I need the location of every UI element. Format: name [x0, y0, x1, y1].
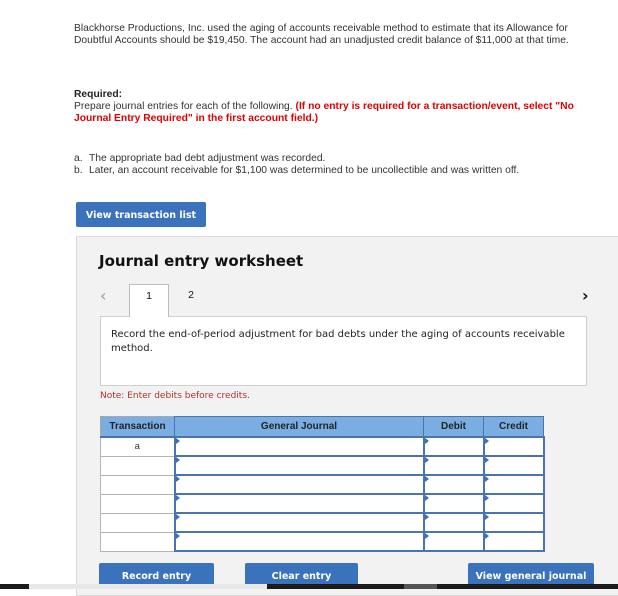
tab-1[interactable]: 1 [129, 284, 169, 317]
table-row [100, 531, 545, 552]
required-label: Required: [74, 89, 123, 100]
entry-description: Record the end-of-period adjustment for … [100, 316, 587, 386]
transaction-cell [100, 474, 175, 495]
item-text: The appropriate bad debt adjustment was … [89, 153, 326, 164]
required-section: Required: Prepare journal entries for ea… [74, 89, 584, 125]
credit-input[interactable] [482, 436, 545, 457]
view-transaction-list-button[interactable]: View transaction list [76, 202, 206, 227]
item-marker: a. [74, 153, 83, 164]
debit-input[interactable] [422, 493, 485, 514]
next-chevron-icon[interactable]: › [582, 286, 589, 305]
debit-input[interactable] [422, 455, 485, 476]
problem-intro: Blackhorse Productions, Inc. used the ag… [74, 23, 569, 46]
table-row: a [100, 436, 545, 457]
transaction-cell [100, 512, 175, 533]
debit-input[interactable] [422, 474, 485, 495]
item-b: b. Later, an account receivable for $1,10… [74, 165, 594, 177]
required-text: Prepare journal entries for each of the … [74, 101, 296, 112]
bottom-bar-segment [404, 584, 437, 589]
table-row [100, 455, 545, 476]
account-input[interactable] [173, 474, 425, 495]
table-row [100, 512, 545, 533]
prev-chevron-icon[interactable]: ‹ [100, 286, 106, 305]
credit-input[interactable] [482, 531, 545, 552]
header-general-journal: General Journal [174, 416, 424, 438]
credit-input[interactable] [482, 474, 545, 495]
table-row [100, 474, 545, 495]
table-row [100, 493, 545, 514]
header-credit: Credit [483, 416, 544, 438]
account-input[interactable] [173, 531, 425, 552]
bottom-bar-segment [29, 584, 267, 589]
header-transaction: Transaction [100, 416, 175, 438]
debit-input[interactable] [422, 531, 485, 552]
account-input[interactable] [173, 436, 425, 457]
debit-credit-note: Note: Enter debits before credits. [100, 391, 250, 401]
credit-input[interactable] [482, 455, 545, 476]
general-journal-table: Transaction General Journal Debit Credit… [100, 416, 545, 552]
credit-input[interactable] [482, 493, 545, 514]
transaction-cell [100, 455, 175, 476]
header-debit: Debit [423, 416, 484, 438]
item-a: a. The appropriate bad debt adjustment wa… [74, 153, 594, 165]
item-text: Later, an account receivable for $1,100 … [89, 165, 520, 176]
item-marker: b. [74, 165, 83, 176]
account-input[interactable] [173, 512, 425, 533]
worksheet-title: Journal entry worksheet [99, 252, 304, 270]
transaction-cell [100, 493, 175, 514]
account-input[interactable] [173, 455, 425, 476]
transaction-cell [100, 531, 175, 552]
credit-input[interactable] [482, 512, 545, 533]
table-header-row: Transaction General Journal Debit Credit [100, 416, 544, 438]
debit-input[interactable] [422, 436, 485, 457]
transaction-items: a. The appropriate bad debt adjustment wa… [74, 153, 594, 177]
account-input[interactable] [173, 493, 425, 514]
transaction-cell: a [100, 436, 175, 457]
debit-input[interactable] [422, 512, 485, 533]
tab-2[interactable]: 2 [180, 284, 202, 308]
